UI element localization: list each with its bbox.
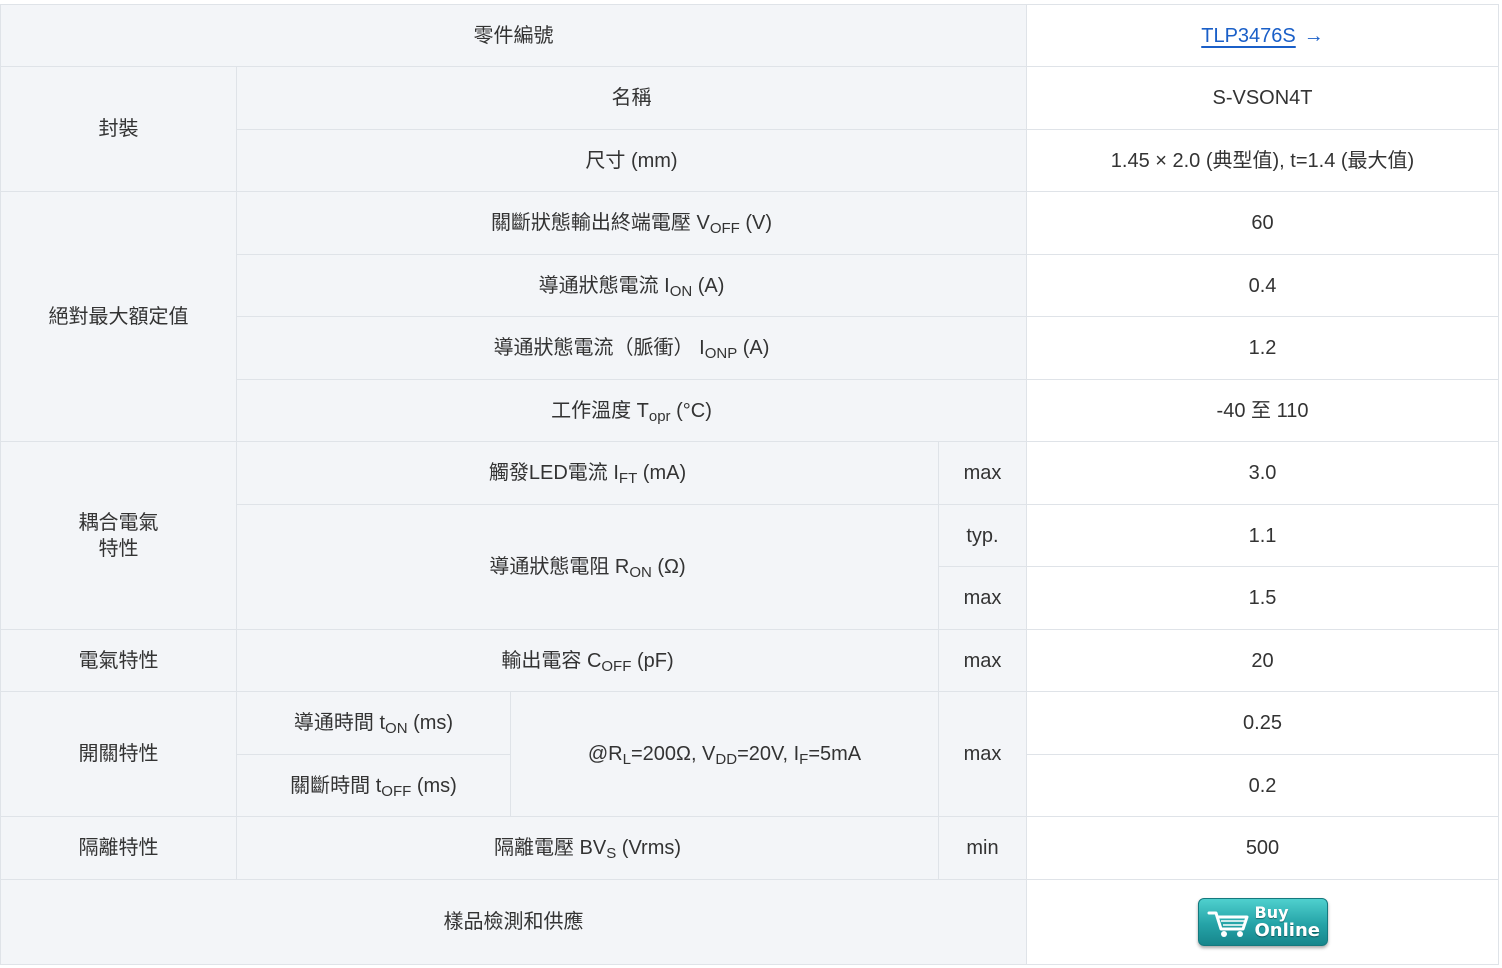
voff-label: 關斷狀態輸出終端電壓 VOFF (V) [236,191,1027,255]
buy-online-text: Buy Online [1254,903,1325,941]
ron-max-cond: max [938,566,1027,630]
package-name-value: S-VSON4T [1026,66,1499,130]
electrical-group-label: 電氣特性 [0,629,237,692]
sample-cell: Buy Online [1026,879,1499,965]
switching-condition: @RL=200Ω, VDD=20V, IF=5mA [510,691,939,817]
topr-value: -40 至 110 [1026,379,1499,442]
ron-typ-cond: typ. [938,504,1027,567]
package-group-label: 封裝 [0,66,237,192]
package-size-value: 1.45 × 2.0 (典型值), t=1.4 (最大值) [1026,129,1499,192]
row-bvs: 隔離特性 隔離電壓 BVS (Vrms) min 500 [0,816,1499,880]
row-package-name: 封裝 名稱 S-VSON4T [0,66,1499,192]
ron-label: 導通狀態電阻 RON (Ω) [236,504,939,630]
ton-label: 導通時間 tON (ms) [236,691,511,755]
ion-label: 導通狀態電流 ION (A) [236,254,1027,317]
ionp-value: 1.2 [1026,316,1499,380]
part-number-cell: TLP3476S → [1026,4,1499,67]
shopping-cart-icon [1207,911,1248,937]
online-label: Online [1254,920,1320,941]
bvs-cond: min [938,816,1027,880]
abs-max-group-label: 絕對最大額定值 [0,191,237,442]
ion-value: 0.4 [1026,254,1499,317]
toff-value: 0.2 [1026,754,1499,817]
coff-label: 輸出電容 COFF (pF) [236,629,939,692]
package-name-label: 名稱 [236,66,1027,130]
package-size-label: 尺寸 (mm) [236,129,1027,192]
ton-value: 0.25 [1026,691,1499,755]
switching-group-label: 開關特性 [0,691,237,817]
voff-value: 60 [1026,191,1499,255]
coupled-group-label: 耦合電氣 特性 [0,441,237,630]
buy-online-button[interactable]: Buy Online [1197,898,1328,946]
buy-label: Buy [1254,903,1289,922]
part-number-label: 零件編號 [0,4,1027,67]
ift-cond: max [938,441,1027,505]
isolation-group-label: 隔離特性 [0,816,237,880]
toff-label: 關斷時間 tOFF (ms) [236,754,511,817]
spec-table: 零件編號 TLP3476S → 封裝 名稱 S-VSON4T 尺寸 (mm) 1.… [0,4,1499,965]
part-number-link[interactable]: TLP3476S [1201,25,1296,47]
row-ton: 開關特性 導通時間 tON (ms) @RL=200Ω, VDD=20V, IF… [0,691,1499,817]
ift-label: 觸發LED電流 IFT (mA) [236,441,939,505]
arrow-right-icon[interactable]: → [1304,23,1324,49]
sample-label: 樣品檢測和供應 [0,879,1027,965]
ron-max-value: 1.5 [1026,566,1499,630]
coff-value: 20 [1026,629,1499,692]
ron-typ-value: 1.1 [1026,504,1499,567]
bvs-value: 500 [1026,816,1499,880]
switching-cond: max [938,691,1027,817]
row-coff: 電氣特性 輸出電容 COFF (pF) max 20 [0,629,1499,692]
row-part-number: 零件編號 TLP3476S → [0,4,1499,67]
ift-value: 3.0 [1026,441,1499,505]
topr-label: 工作溫度 Topr (°C) [236,379,1027,442]
ionp-label: 導通狀態電流（脈衝） IONP (A) [236,316,1027,380]
row-sample: 樣品檢測和供應 Buy Online [0,879,1499,965]
row-ift: 耦合電氣 特性 觸發LED電流 IFT (mA) max 3.0 [0,441,1499,630]
coff-cond: max [938,629,1027,692]
bvs-label: 隔離電壓 BVS (Vrms) [236,816,939,880]
row-voff: 絕對最大額定值 關斷狀態輸出終端電壓 VOFF (V) 60 [0,191,1499,442]
